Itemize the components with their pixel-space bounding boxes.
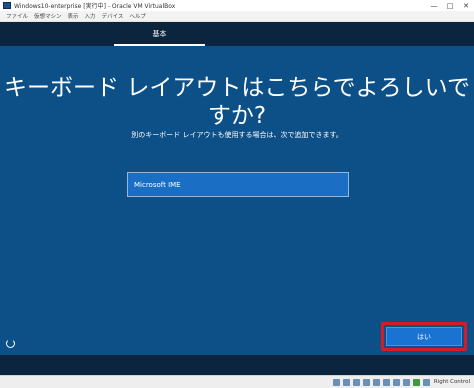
- host-key-label: Right Control: [433, 379, 470, 385]
- page-title-line-1: キーボード レイアウトはこちらでよろしいで: [4, 75, 470, 101]
- menu-machine[interactable]: 仮想マシン: [34, 12, 62, 20]
- menu-file[interactable]: ファイル: [6, 12, 28, 20]
- tab-basics-underline: [114, 44, 205, 46]
- shared-folder-icon[interactable]: [382, 378, 390, 386]
- menu-help[interactable]: ヘルプ: [129, 12, 146, 20]
- menu-devices[interactable]: デバイス: [102, 12, 124, 20]
- mouse-integration-icon[interactable]: [422, 378, 430, 386]
- accessibility-icon[interactable]: [6, 339, 15, 348]
- optical-drive-icon[interactable]: [342, 378, 350, 386]
- page-title: キーボード レイアウトはこちらでよろしいで すか?: [0, 74, 474, 130]
- virtualbox-app-icon: [3, 2, 11, 9]
- page-title-line-2: すか?: [207, 103, 267, 129]
- usb-icon[interactable]: [372, 378, 380, 386]
- menu-view[interactable]: 表示: [68, 12, 79, 20]
- recording-icon[interactable]: [402, 378, 410, 386]
- yes-button[interactable]: はい: [386, 327, 462, 346]
- close-button[interactable]: ✕: [458, 0, 474, 11]
- audio-icon[interactable]: [352, 378, 360, 386]
- page-subtitle: 別のキーボード レイアウトも使用する場合は、次で追加できます。: [131, 131, 343, 139]
- title-bar: Windows10-enterprise [実行中] - Oracle VM V…: [0, 0, 474, 11]
- menu-input[interactable]: 入力: [85, 12, 96, 20]
- window-title: Windows10-enterprise [実行中] - Oracle VM V…: [14, 3, 176, 10]
- status-bar: Right Control: [0, 375, 474, 388]
- window-controls: — □ ✕: [426, 0, 474, 11]
- maximize-button[interactable]: □: [442, 0, 458, 11]
- menu-bar: ファイル 仮想マシン 表示 入力 デバイス ヘルプ: [0, 11, 474, 22]
- display-icon[interactable]: [392, 378, 400, 386]
- network-icon[interactable]: [362, 378, 370, 386]
- hdd-icon[interactable]: [332, 378, 340, 386]
- setup-bottom-bar: [0, 355, 474, 375]
- tab-basics: 基本: [152, 30, 167, 38]
- cpu-icon[interactable]: [412, 378, 420, 386]
- minimize-button[interactable]: —: [426, 0, 442, 11]
- setup-top-strip: [0, 22, 474, 46]
- keyboard-layout-option[interactable]: Microsoft IME: [127, 172, 349, 197]
